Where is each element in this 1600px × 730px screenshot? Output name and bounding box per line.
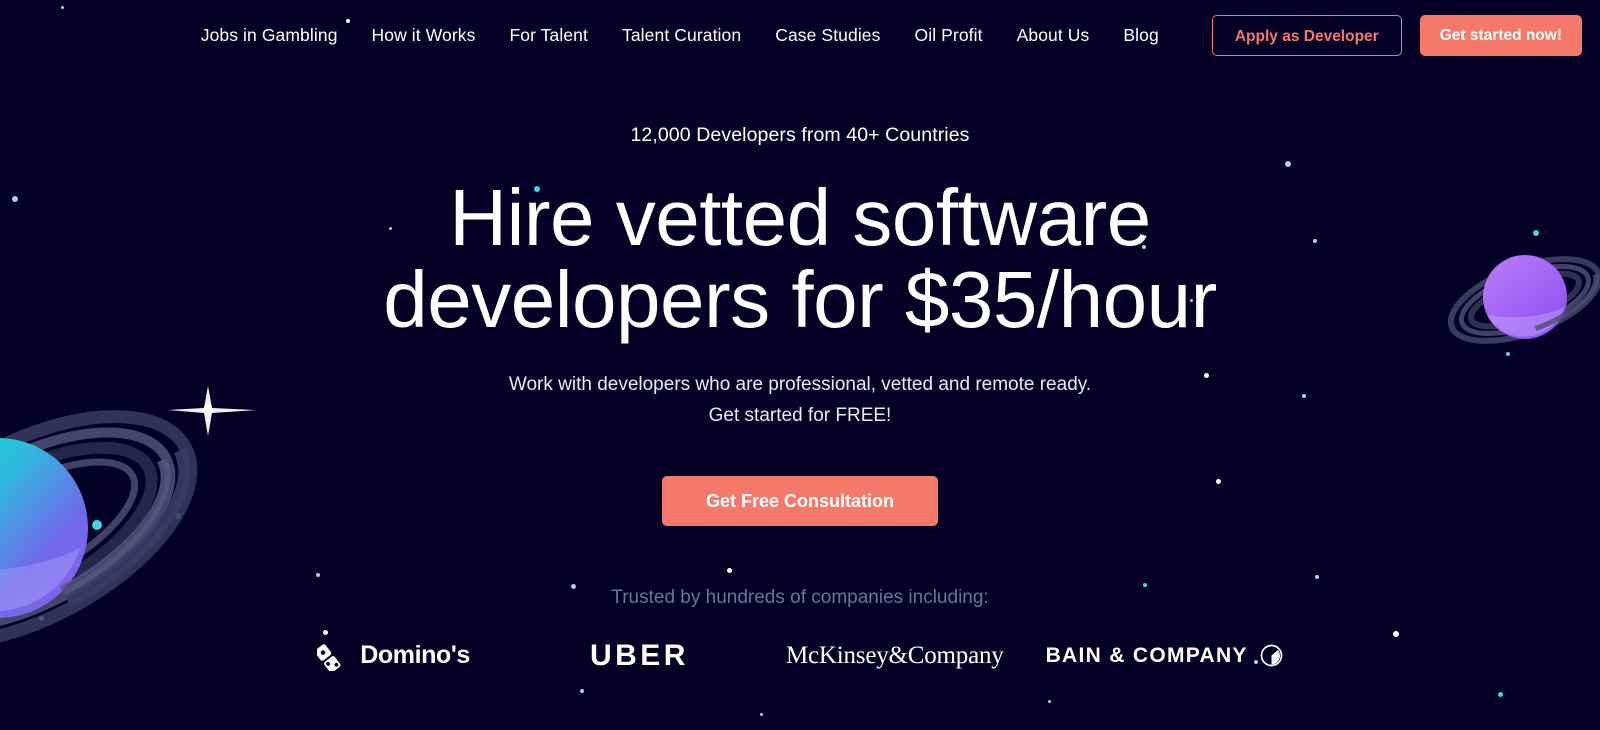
nav-links-group: Jobs in Gambling How it Works For Talent Ta… bbox=[184, 19, 1176, 52]
get-started-now-button[interactable]: Get started now! bbox=[1419, 14, 1582, 56]
hero-subhead: Work with developers who are professiona… bbox=[0, 370, 1600, 432]
logo-bain: BAIN & COMPANY bbox=[1046, 644, 1283, 668]
apply-as-developer-button[interactable]: Apply as Developer bbox=[1211, 14, 1402, 56]
star-decoration bbox=[1048, 700, 1051, 703]
headline-line-1: Hire vetted software bbox=[449, 173, 1151, 262]
nav-link-oil-profit[interactable]: Oil Profit bbox=[898, 19, 1000, 52]
page-title: Hire vetted software developers for $35/… bbox=[0, 177, 1600, 340]
star-decoration bbox=[1498, 692, 1503, 697]
nav-link-case-studies[interactable]: Case Studies bbox=[758, 19, 897, 52]
nav-link-for-talent[interactable]: For Talent bbox=[492, 19, 605, 52]
logo-bain-text: BAIN & COMPANY bbox=[1045, 643, 1248, 667]
star-decoration bbox=[760, 713, 763, 716]
subhead-line-1: Work with developers who are professiona… bbox=[508, 374, 1092, 396]
logo-dominos-text: Domino's bbox=[360, 641, 470, 670]
star-decoration bbox=[1315, 575, 1319, 579]
nav-link-about-us[interactable]: About Us bbox=[1000, 19, 1107, 52]
hero-cta-wrapper: Get Free Consultation bbox=[0, 475, 1600, 526]
nav-link-talent-curation[interactable]: Talent Curation bbox=[605, 19, 758, 52]
logo-uber-text: UBER bbox=[589, 638, 689, 672]
star-decoration bbox=[316, 573, 320, 577]
subhead-line-2: Get started for FREE! bbox=[708, 404, 892, 426]
hero-eyebrow: 12,000 Developers from 40+ Countries bbox=[630, 124, 970, 146]
dominos-tile-icon bbox=[317, 643, 341, 671]
trusted-by-section: Trusted by hundreds of companies includi… bbox=[0, 587, 1600, 673]
logo-mckinsey-text: McKinsey&Company bbox=[785, 641, 1004, 669]
hero-section: 12,000 Developers from 40+ Countries Hir… bbox=[0, 70, 1600, 526]
nav-link-blog[interactable]: Blog bbox=[1106, 19, 1175, 52]
logo-mckinsey: McKinsey&Company bbox=[786, 642, 1004, 670]
get-free-consultation-button[interactable]: Get Free Consultation bbox=[661, 475, 938, 526]
star-decoration bbox=[727, 568, 732, 573]
top-navigation-bar: Jobs in Gambling How it Works For Talent Ta… bbox=[0, 0, 1600, 70]
logo-dominos: Domino's bbox=[317, 641, 470, 671]
landing-page: Jobs in Gambling How it Works For Talent Ta… bbox=[0, 0, 1600, 730]
star-decoration bbox=[580, 689, 584, 693]
nav-link-how-it-works[interactable]: How it Works bbox=[355, 19, 493, 52]
logo-uber: UBER bbox=[590, 639, 689, 673]
trusted-by-label: Trusted by hundreds of companies includi… bbox=[611, 586, 989, 608]
client-logo-row: Domino's UBER McKinsey&Company BAIN & CO… bbox=[0, 639, 1600, 673]
bain-circle-icon bbox=[1260, 644, 1283, 667]
headline-line-2: developers for $35/hour bbox=[383, 254, 1217, 344]
nav-link-jobs-in-gambling[interactable]: Jobs in Gambling bbox=[184, 19, 355, 52]
